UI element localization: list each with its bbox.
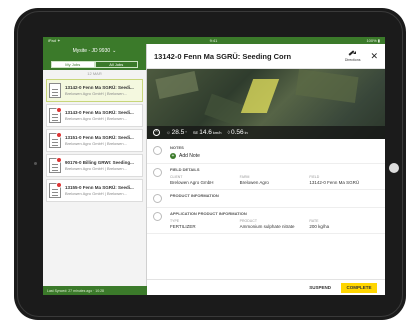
- job-subtitle: Brelowen Agro GmbH | Brelowen...: [65, 141, 127, 146]
- wind-readout: SE 14.6 km/h: [193, 129, 222, 136]
- application-icon: [153, 212, 162, 221]
- status-battery: 100% ▮: [366, 38, 380, 43]
- type-label: Type: [170, 219, 180, 223]
- temperature-value: 28.5: [171, 129, 185, 136]
- product-icon: [153, 194, 162, 203]
- job-subtitle: Brelowen Agro GmbH | Brelowen...: [65, 191, 127, 196]
- rain-value: 0.56: [231, 129, 244, 136]
- rate-value: 200 kg/ha: [309, 224, 330, 229]
- job-document-icon: [49, 107, 62, 123]
- status-time: 9:41: [209, 38, 218, 43]
- job-subtitle: Brelowen Agro GmbH | Brelowen...: [65, 116, 127, 121]
- job-filter-segments: My Jobs All Jobs: [43, 58, 146, 70]
- type-value: FERTILIZER: [170, 224, 196, 229]
- notes-icon: [153, 146, 162, 155]
- status-left: iPad ✦: [48, 38, 61, 43]
- map-field-patch: [204, 93, 245, 127]
- directions-arrow-icon: [349, 50, 357, 57]
- directions-button[interactable]: Directions: [344, 50, 361, 62]
- product-label: Product: [239, 219, 257, 223]
- job-list-pane: Mysite - JD 9930 ⌄ My Jobs All Jobs 12 M…: [43, 44, 147, 295]
- alert-badge-icon: [56, 132, 62, 138]
- job-document-icon: [49, 83, 61, 98]
- client-value: Brelowen Agro GmbH: [170, 180, 214, 185]
- suspend-button[interactable]: SUSPEND: [309, 285, 331, 290]
- job-detail-pane: 13142-0 Fenn Ma SGRÜ: Seeding Corn Direc…: [147, 44, 385, 295]
- field-details-section: Field Details Client Brelowen Agro GmbH …: [147, 164, 385, 190]
- farm-value: Brelowen Agro: [239, 180, 269, 185]
- job-title: 13143-0 Fenn Ma SGRÜ: Seedi...: [65, 110, 134, 115]
- product-information-section: Product Information: [147, 190, 385, 208]
- rain-readout: ◊ 0.56 in: [228, 129, 248, 136]
- field-details-title: Field Details: [170, 167, 200, 172]
- product-information-title: Product Information: [170, 193, 219, 198]
- sync-status: Last Synced: 27 minutes ago · 10:28: [43, 286, 147, 295]
- product-value: Ammonium sulphate nitrate: [239, 224, 295, 229]
- map-field-patch: [295, 69, 359, 104]
- job-title: 90176-0 Billing GRWI: Seeding...: [65, 160, 134, 165]
- job-list-item[interactable]: 13151-0 Fenn Ma SGRÜ: Seedi... Brelowen …: [46, 129, 143, 152]
- application-information-title: Application Product Information: [170, 211, 247, 216]
- job-list-item[interactable]: 13155-0 Fenn Ma SGRÜ: Seedi... Brelowen …: [46, 179, 143, 202]
- raindrop-icon: ◊: [227, 129, 231, 136]
- field-icon: [153, 168, 162, 177]
- close-icon[interactable]: ✕: [370, 51, 378, 62]
- machine-selector[interactable]: Mysite - JD 9930 ⌄: [43, 44, 146, 58]
- rate-label: Rate: [309, 219, 319, 223]
- collapse-icon[interactable]: ⌃: [153, 129, 160, 136]
- segment-all-jobs[interactable]: All Jobs: [94, 60, 138, 68]
- job-list-item[interactable]: 13143-0 Fenn Ma SGRÜ: Seedi... Brelowen …: [46, 104, 143, 127]
- page-title: 13142-0 Fenn Ma SGRÜ: Seeding Corn: [154, 51, 292, 61]
- home-button[interactable]: [389, 163, 399, 173]
- job-document-icon: [49, 182, 62, 198]
- machine-selector-label: Mysite - JD 9930: [72, 48, 111, 54]
- job-title: 13151-0 Fenn Ma SGRÜ: Seedi...: [65, 135, 134, 140]
- alert-badge-icon: [56, 157, 62, 163]
- alert-badge-icon: [56, 107, 62, 113]
- job-subtitle: Brelowen Agro GmbH | Brelowen...: [65, 91, 127, 96]
- field-value: 13142-0 Fenn Ma SGRÜ: [309, 180, 360, 185]
- job-document-icon: [49, 132, 62, 148]
- farm-label: Farm: [239, 175, 250, 179]
- notes-title: Notes: [170, 145, 184, 150]
- job-title: 13155-0 Fenn Ma SGRÜ: Seedi...: [65, 185, 134, 190]
- job-title: 13142-0 Fenn Ma SGRÜ: Seedi...: [65, 85, 134, 90]
- status-bar: iPad ✦ 9:41 100% ▮: [43, 37, 385, 44]
- weather-overlay: ⌃ ☼ 28.5 ° SE 14.6 km/h ◊ 0.56 in: [147, 126, 385, 139]
- job-list-item[interactable]: 13142-0 Fenn Ma SGRÜ: Seedi... Brelowen …: [46, 79, 143, 102]
- alert-badge-icon: [56, 182, 62, 188]
- field-map[interactable]: ⌃ ☼ 28.5 ° SE 14.6 km/h ◊ 0.56 in: [147, 69, 385, 139]
- tablet-screen: iPad ✦ 9:41 100% ▮ Mysite - JD 9930 ⌄ My…: [43, 37, 385, 295]
- add-note-button[interactable]: + Add Note: [170, 153, 379, 159]
- wind-unit: km/h: [212, 130, 222, 135]
- camera-icon: [34, 162, 37, 165]
- chevron-down-icon: ⌄: [112, 48, 117, 54]
- job-list-item[interactable]: 90176-0 Billing GRWI: Seeding... Brelowe…: [46, 154, 143, 177]
- field-label: Field: [309, 175, 320, 179]
- temperature-readout: ☼ 28.5 °: [166, 129, 187, 136]
- map-field-patch: [155, 71, 199, 99]
- complete-button[interactable]: COMPLETE: [341, 282, 377, 293]
- wind-direction: SE: [192, 130, 199, 135]
- action-bar: SUSPEND COMPLETE: [147, 279, 385, 295]
- application-information-section: Application Product Information Type FER…: [147, 208, 385, 234]
- client-label: Client: [170, 175, 183, 179]
- detail-header: 13142-0 Fenn Ma SGRÜ: Seeding Corn Direc…: [147, 44, 385, 69]
- date-divider: 12 MAR: [87, 71, 102, 76]
- plus-icon: +: [170, 153, 176, 159]
- temperature-unit: °: [185, 130, 187, 135]
- job-subtitle: Brelowen Agro GmbH | Brelowen...: [65, 166, 127, 171]
- job-details: Notes + Add Note Field Details Client Br…: [147, 139, 385, 234]
- notes-section: Notes + Add Note: [147, 142, 385, 164]
- job-document-icon: [49, 157, 62, 173]
- sun-cloud-icon: ☼: [166, 129, 171, 136]
- directions-label: Directions: [344, 57, 361, 62]
- selected-field-highlight: [240, 79, 280, 113]
- segment-my-jobs[interactable]: My Jobs: [51, 60, 95, 68]
- wind-value: 14.6: [199, 129, 212, 136]
- rain-unit: in: [244, 130, 248, 135]
- add-note-label: Add Note: [179, 153, 200, 159]
